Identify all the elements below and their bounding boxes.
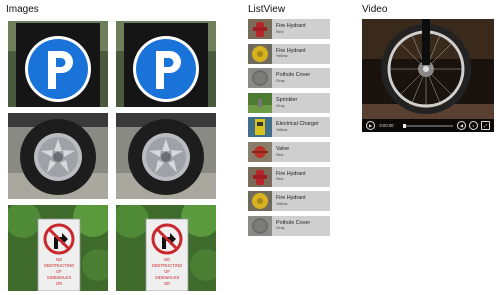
- list-item-color: Gray: [276, 225, 285, 231]
- list-item-color: Gray: [276, 102, 285, 108]
- fire-hydrant-red-thumbnail: [248, 166, 272, 187]
- fire-hydrant-yellow-thumbnail: [248, 191, 272, 212]
- list-item-color: Gray: [276, 77, 285, 83]
- parking-sign-picture: [8, 21, 108, 107]
- listview-section-title: ListView: [248, 4, 286, 15]
- pothole-cover-thumbnail: [248, 215, 272, 236]
- sign-text-line-2: OBSTRUCTING: [152, 263, 182, 268]
- sign-text-line-4: SIDEWALKS: [47, 275, 71, 280]
- sprinkler-thumbnail: [248, 92, 272, 113]
- sign-text-line-1: NO: [164, 257, 171, 262]
- list-item[interactable]: Valve Red: [248, 141, 330, 162]
- seek-bar[interactable]: [402, 123, 453, 128]
- video-time-code: 0:00:00: [379, 123, 394, 128]
- sign-text-line-4: SIDEWALKS: [155, 275, 179, 280]
- list-item[interactable]: Fire Hydrant Red: [248, 19, 330, 39]
- tire-picture: [116, 113, 216, 199]
- sign-text-line-1: NO: [56, 257, 63, 262]
- list-item[interactable]: Sprinkler Gray: [248, 92, 330, 113]
- sign-text-line-5: OR: [56, 281, 62, 286]
- rewind-icon[interactable]: ◀: [457, 121, 466, 130]
- list-item[interactable]: Fire Hydrant Yellow: [248, 43, 330, 64]
- image-tire-1: [8, 113, 108, 199]
- video-player[interactable]: ▶ 0:00:00 ◀ ◐ ⤢: [362, 19, 494, 132]
- list-item-color: Red: [276, 151, 284, 157]
- no-right-turn-sign-picture: NO OBSTRUCTING OF SIDEWALKS OR: [8, 205, 108, 291]
- seek-thumb[interactable]: [402, 123, 406, 128]
- list-item[interactable]: Electrical Charger Yellow: [248, 117, 330, 138]
- image-tire-2: [116, 113, 216, 199]
- sign-text-line-2: OBSTRUCTING: [44, 263, 74, 268]
- fullscreen-icon[interactable]: ⤢: [481, 121, 490, 130]
- video-section-title: Video: [362, 4, 388, 15]
- list-item[interactable]: Fire Hydrant Yellow: [248, 191, 330, 212]
- no-right-turn-sign-picture: NO OBSTRUCTING OF SIDEWALKS OR: [116, 205, 216, 291]
- list-item-color: Red: [276, 28, 284, 34]
- fire-hydrant-red-thumbnail: [248, 19, 272, 39]
- sign-text-line-5: OR: [164, 281, 170, 286]
- fire-hydrant-yellow-thumbnail: [248, 43, 272, 64]
- video-controls-bar: ▶ 0:00:00 ◀ ◐ ⤢: [362, 119, 494, 132]
- image-no-right-turn-sign-2: NO OBSTRUCTING OF SIDEWALKS OR: [116, 205, 216, 291]
- electrical-charger-thumbnail: [248, 117, 272, 138]
- image-no-right-turn-sign-1: NO OBSTRUCTING OF SIDEWALKS OR: [8, 205, 108, 291]
- list-item[interactable]: Pothole Cover Gray: [248, 68, 330, 89]
- parking-sign-picture: [116, 21, 216, 107]
- list-item-color: Yellow: [276, 200, 288, 206]
- listview[interactable]: Fire Hydrant Red Fire Hydrant Yellow Pot…: [248, 19, 330, 240]
- list-item-color: Yellow: [276, 127, 288, 133]
- tire-picture: [8, 113, 108, 199]
- play-icon[interactable]: ▶: [366, 121, 375, 130]
- volume-icon[interactable]: ◐: [469, 121, 478, 130]
- valve-thumbnail: [248, 141, 272, 162]
- pothole-cover-thumbnail: [248, 68, 272, 89]
- images-section-title: Images: [6, 4, 39, 15]
- image-parking-sign-2: [116, 21, 216, 107]
- list-item-color: Red: [276, 176, 284, 182]
- sign-text-line-3: OF: [56, 269, 62, 274]
- list-item-color: Yellow: [276, 53, 288, 59]
- video-frame-bicycle-wheel: [362, 19, 494, 132]
- sign-text-line-3: OF: [164, 269, 170, 274]
- image-parking-sign-1: [8, 21, 108, 107]
- list-item[interactable]: Pothole Cover Gray: [248, 215, 330, 236]
- list-item[interactable]: Fire Hydrant Red: [248, 166, 330, 187]
